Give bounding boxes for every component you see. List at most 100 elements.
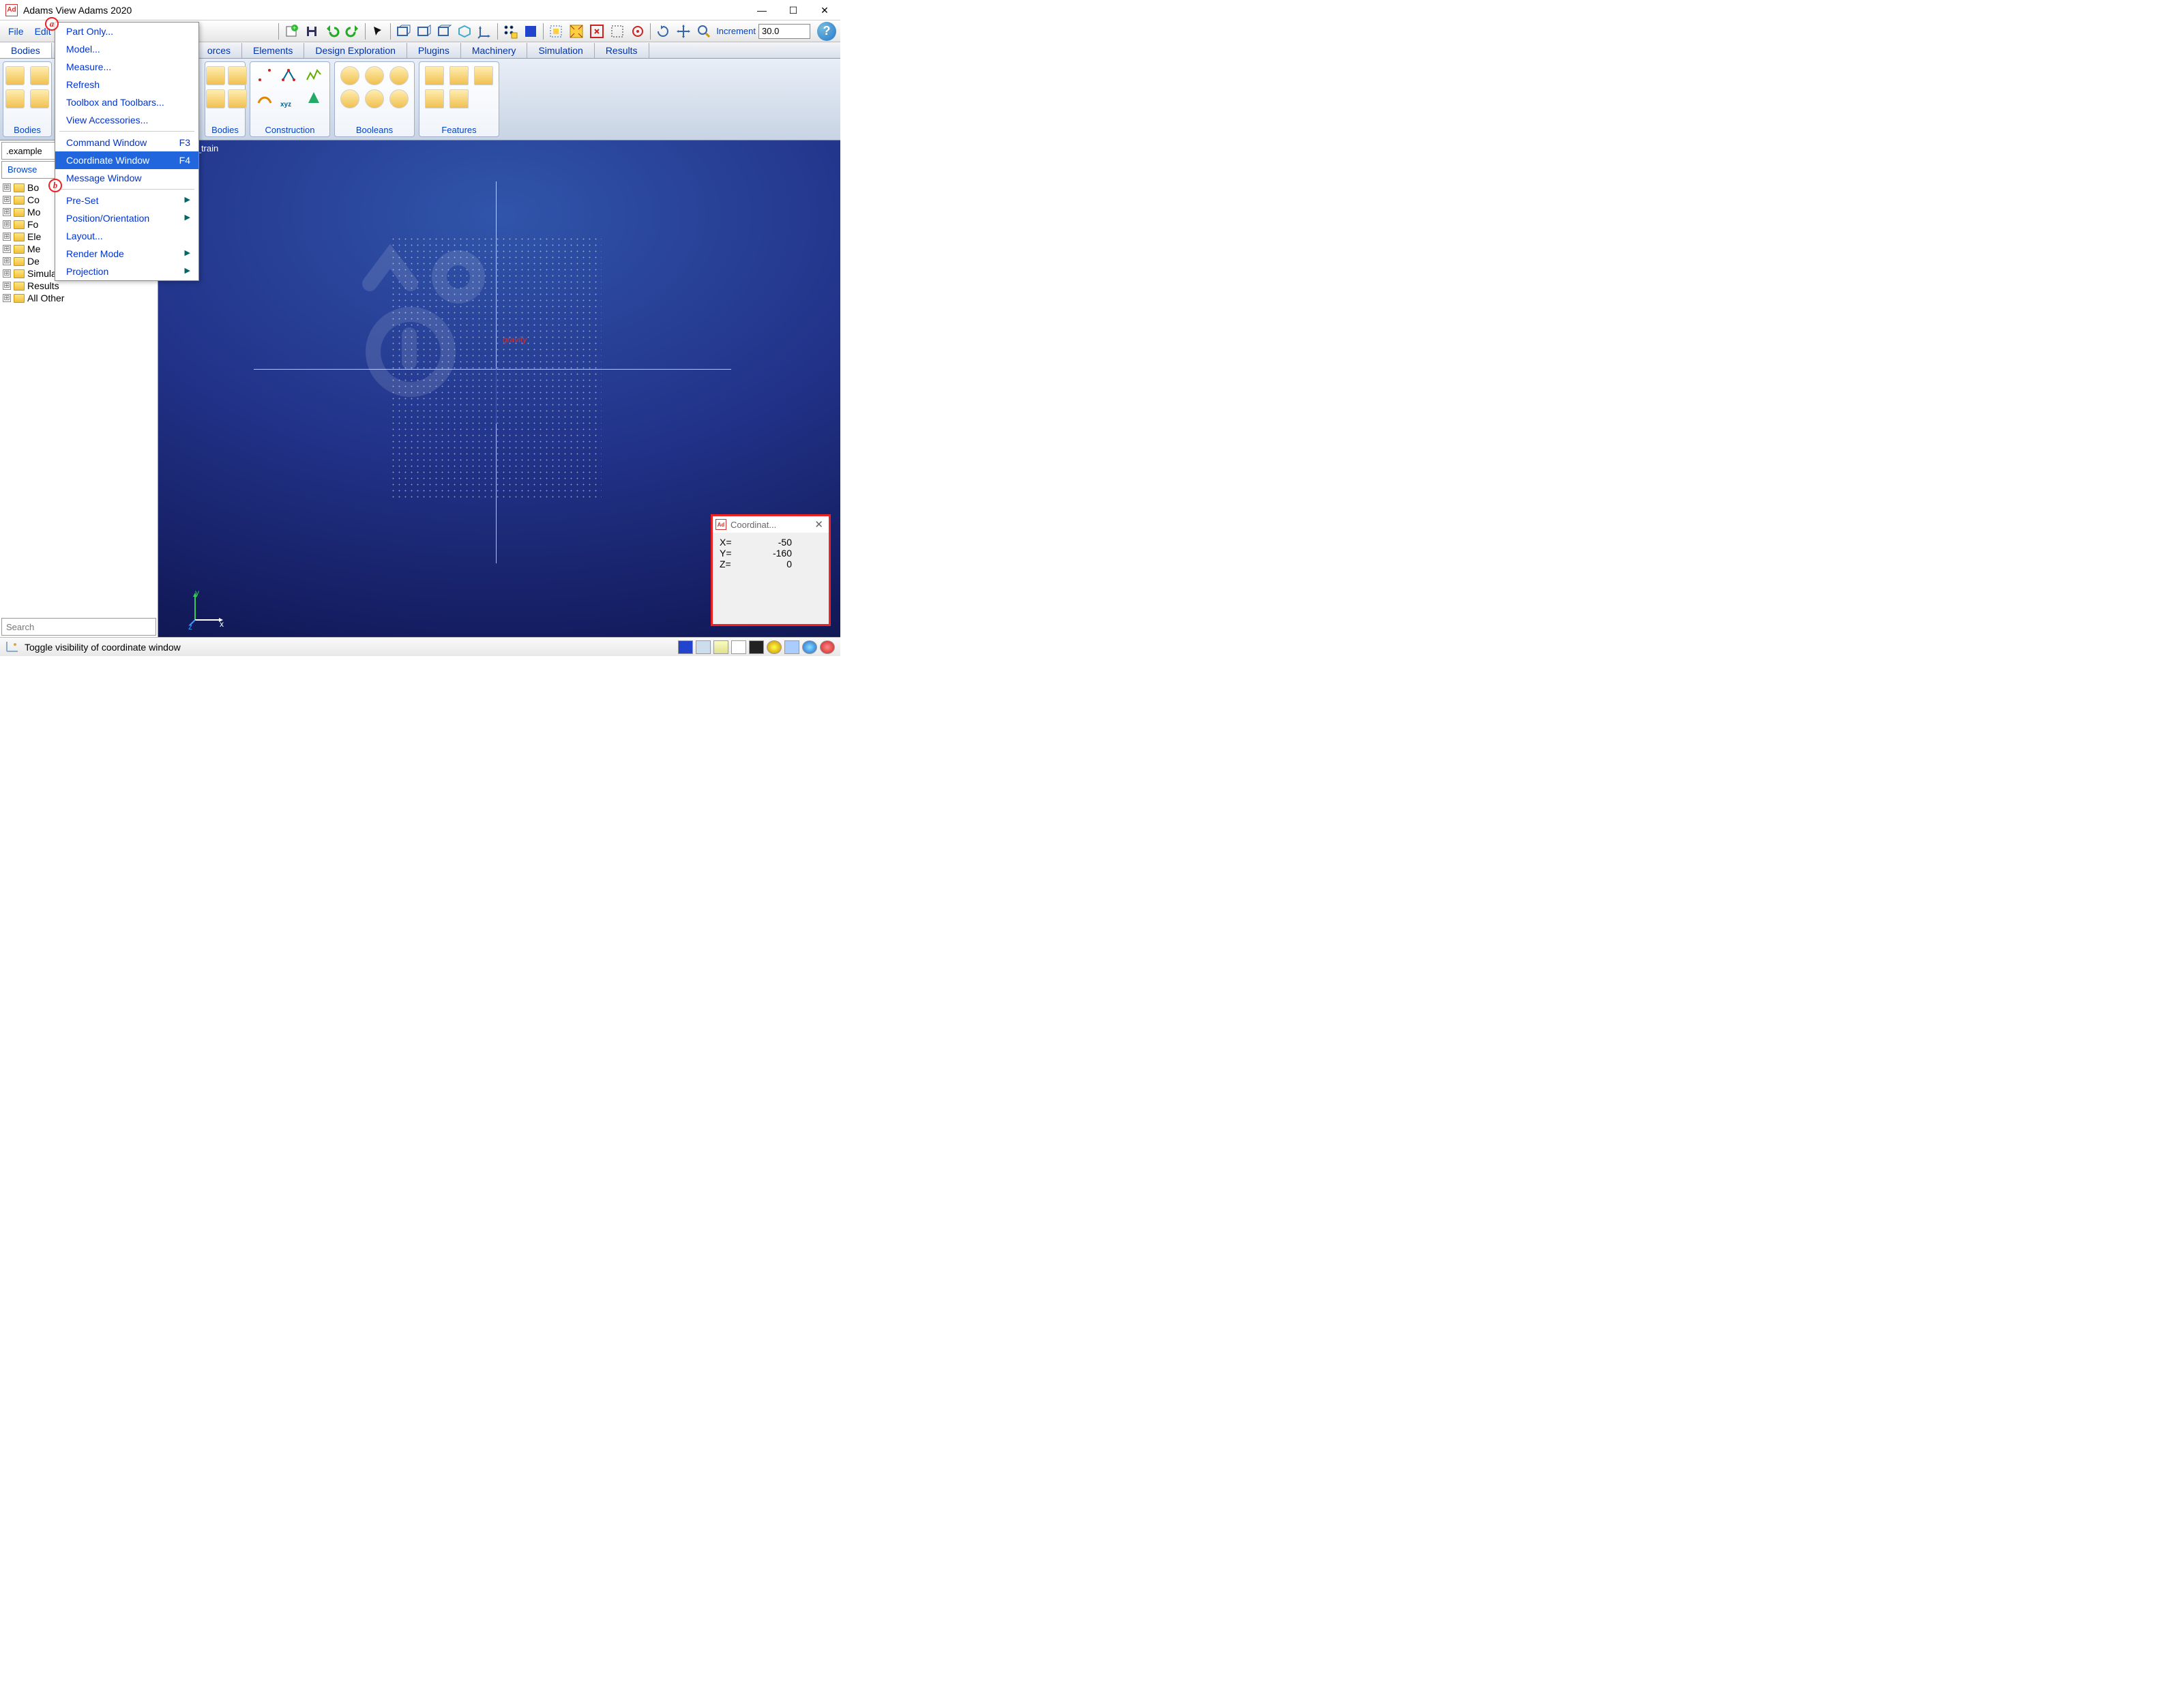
coordinate-window[interactable]: Ad Coordinat... ✕ X=-50Y=-160Z=0 [711,514,831,626]
search-input[interactable] [2,619,156,635]
zoom-icon[interactable] [694,22,713,41]
coord-key: X= [720,537,744,548]
ribbon-group-construction: xyz Construction [250,61,330,137]
menu-item[interactable]: Coordinate WindowF4 [55,151,198,169]
minimize-button[interactable]: — [746,0,778,20]
status-icon-1[interactable] [678,640,693,654]
rotate-icon[interactable] [653,22,673,41]
status-icon-3[interactable] [713,640,728,654]
menu-item[interactable]: Toolbox and Toolbars... [55,93,198,111]
menu-item[interactable]: Model... [55,40,198,58]
help-icon[interactable]: ? [817,22,836,41]
status-icon-7[interactable] [784,640,799,654]
status-icon-4[interactable] [731,640,746,654]
menu-item[interactable]: Projection▶ [55,263,198,280]
expand-icon[interactable]: ⊞ [3,220,11,228]
tab-design-exploration[interactable]: Design Exploration [304,43,407,58]
increment-input[interactable] [758,24,810,39]
group-label: Construction [265,122,315,135]
coord-value: -160 [744,548,792,559]
zoom-region-icon[interactable] [567,22,586,41]
expand-icon[interactable]: ⊞ [3,269,11,278]
view-top-icon[interactable] [434,22,454,41]
tab-simulation[interactable]: Simulation [527,43,594,58]
tab-elements[interactable]: Elements [242,43,304,58]
separator [278,23,279,40]
search-box[interactable] [1,618,156,636]
axis-z-label: z [188,622,192,632]
tab-bodies[interactable]: Bodies [0,43,52,58]
target-icon[interactable] [628,22,647,41]
save-icon[interactable] [302,22,321,41]
viewport-grid: gravity [390,236,602,502]
menu-item[interactable]: Refresh [55,76,198,93]
menu-item[interactable]: Part Only... [55,23,198,40]
undo-icon[interactable] [323,22,342,41]
status-icon-8[interactable] [802,640,817,654]
tab-results[interactable]: Results [595,43,649,58]
expand-icon[interactable]: ⊞ [3,257,11,265]
view-right-icon[interactable] [414,22,433,41]
menu-file[interactable]: File [4,23,28,40]
bgcolor-icon[interactable] [521,22,540,41]
expand-icon[interactable]: ⊞ [3,183,11,192]
expand-icon[interactable]: ⊞ [3,208,11,216]
select-box-icon[interactable] [608,22,627,41]
tab-machinery[interactable]: Machinery [461,43,528,58]
tab-forces[interactable]: orces [196,43,242,58]
fit-icon[interactable] [546,22,565,41]
coordinate-window-title: Coordinat... [731,520,808,530]
status-icon-6[interactable] [767,640,782,654]
tree-item[interactable]: ⊞All Other [0,292,158,304]
annotation-b: b [48,179,62,192]
separator [543,23,544,40]
menu-item[interactable]: View Accessories... [55,111,198,129]
new-icon[interactable]: + [282,22,301,41]
view-iso-icon[interactable] [455,22,474,41]
group-label: Bodies [211,122,239,135]
menu-item[interactable]: Render Mode▶ [55,245,198,263]
expand-icon[interactable]: ⊞ [3,196,11,204]
tree-item[interactable]: ⊞Results [0,280,158,292]
window-title: Adams View Adams 2020 [23,5,132,16]
center-icon[interactable] [587,22,606,41]
maximize-button[interactable]: ☐ [778,0,809,20]
menu-item[interactable]: Pre-Set▶ [55,192,198,209]
status-icon-2[interactable] [696,640,711,654]
menu-item[interactable]: Layout... [55,227,198,245]
grid-sel-icon[interactable] [501,22,520,41]
separator [365,23,366,40]
close-button[interactable]: ✕ [809,0,840,20]
app-icon: Ad [715,519,726,530]
menu-item[interactable]: Message Window [55,169,198,187]
status-icon-5[interactable] [749,640,764,654]
axes-icon[interactable] [475,22,495,41]
view-menu-dropdown: Part Only...Model...Measure...RefreshToo… [55,22,199,281]
ribbon-group-bodies-left: Bodies [3,61,52,137]
expand-icon[interactable]: ⊞ [3,294,11,302]
redo-icon[interactable] [343,22,362,41]
menu-item[interactable]: Command WindowF3 [55,134,198,151]
view-front-icon[interactable] [394,22,413,41]
status-icon-9[interactable] [820,640,835,654]
tree-label: Co [27,194,40,205]
ribbon-group-features: Features [419,61,499,137]
toolbar: + Increment ? [277,22,836,41]
sidebar-tab-browse[interactable]: Browse [2,162,42,178]
menu-item[interactable]: Measure... [55,58,198,76]
pan-icon[interactable] [674,22,693,41]
close-icon[interactable]: ✕ [812,518,826,531]
svg-text:+: + [293,25,296,31]
menu-item[interactable]: Position/Orientation▶ [55,209,198,227]
status-bar: Toggle visibility of coordinate window [0,637,840,656]
tab-plugins[interactable]: Plugins [407,43,461,58]
app-icon: Ad [5,4,18,16]
ribbon-group-bodies-right: Bodies [205,61,246,137]
expand-icon[interactable]: ⊞ [3,282,11,290]
expand-icon[interactable]: ⊞ [3,233,11,241]
expand-icon[interactable]: ⊞ [3,245,11,253]
coordinate-window-header[interactable]: Ad Coordinat... ✕ [713,516,829,533]
select-icon[interactable] [368,22,387,41]
axis-x-label: x [220,619,224,629]
separator [390,23,391,40]
